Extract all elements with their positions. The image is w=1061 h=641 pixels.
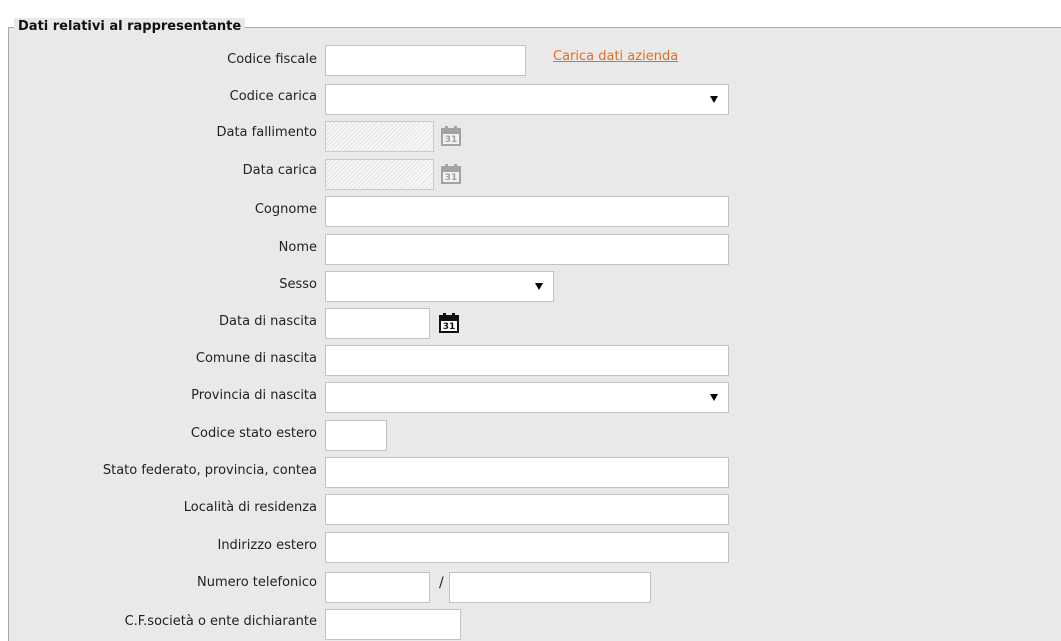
label-comune-nascita: Comune di nascita (195, 351, 317, 366)
nome-input[interactable] (325, 234, 729, 265)
label-data-fallimento: Data fallimento (216, 125, 317, 140)
sesso-select[interactable] (325, 271, 554, 302)
calendar-icon[interactable]: 31 (439, 313, 459, 333)
label-sesso: Sesso (279, 277, 317, 292)
label-codice-carica: Codice carica (229, 89, 317, 104)
phone-separator: / (439, 575, 444, 591)
label-nome: Nome (278, 240, 317, 255)
chevron-down-icon (710, 96, 718, 103)
data-fallimento-input (325, 121, 434, 152)
stato-federato-input[interactable] (325, 457, 729, 488)
codice-stato-estero-input[interactable] (325, 420, 387, 451)
label-numero-telefonico: Numero telefonico (197, 575, 317, 590)
cognome-input[interactable] (325, 196, 729, 227)
cf-societa-input[interactable] (325, 609, 461, 640)
label-localita-residenza: Località di residenza (183, 500, 317, 515)
provincia-nascita-select[interactable] (325, 382, 729, 413)
codice-fiscale-input[interactable] (325, 45, 526, 76)
phone-prefix-input[interactable] (325, 572, 430, 603)
label-indirizzo-estero: Indirizzo estero (217, 538, 317, 553)
indirizzo-estero-input[interactable] (325, 532, 729, 563)
label-provincia-nascita: Provincia di nascita (191, 388, 317, 403)
label-data-nascita: Data di nascita (219, 314, 317, 329)
localita-residenza-input[interactable] (325, 494, 729, 525)
calendar-icon: 31 (441, 126, 461, 146)
label-data-carica: Data carica (242, 163, 317, 178)
section-title: Dati relativi al rappresentante (14, 18, 246, 36)
label-stato-federato: Stato federato, provincia, contea (102, 463, 317, 478)
data-carica-input (325, 159, 434, 190)
label-cognome: Cognome (254, 202, 317, 217)
phone-number-input[interactable] (449, 572, 651, 603)
label-codice-stato-estero: Codice stato estero (190, 426, 317, 441)
chevron-down-icon (535, 283, 543, 290)
data-nascita-input[interactable] (325, 308, 430, 339)
carica-dati-azienda-link[interactable]: Carica dati azienda (553, 49, 678, 64)
calendar-icon: 31 (441, 164, 461, 184)
label-codice-fiscale: Codice fiscale (227, 52, 317, 67)
chevron-down-icon (710, 394, 718, 401)
comune-nascita-input[interactable] (325, 345, 729, 376)
label-cf-societa: C.F.società o ente dichiarante (124, 614, 317, 629)
codice-carica-select[interactable] (325, 84, 729, 115)
